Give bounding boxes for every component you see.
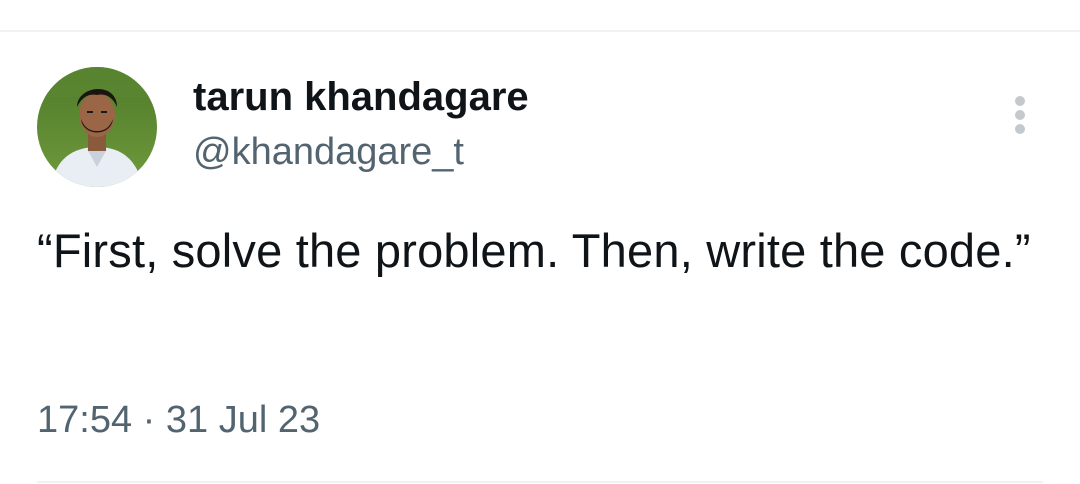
bottom-divider: [37, 481, 1043, 483]
more-options-button[interactable]: [1004, 94, 1036, 138]
author-handle[interactable]: @khandagare_t: [193, 130, 464, 174]
tweet-timestamp[interactable]: 17:54 · 31 Jul 23: [37, 396, 320, 444]
tweet-date: 31 Jul 23: [165, 399, 321, 441]
tweet-time: 17:54: [37, 399, 133, 441]
more-vertical-icon: [1015, 96, 1025, 134]
timestamp-separator: ·: [142, 399, 156, 441]
tweet-text: “First, solve the problem. Then, write t…: [37, 224, 1031, 277]
author-display-name[interactable]: tarun khandagare: [193, 74, 529, 120]
profile-photo: [37, 67, 157, 187]
top-divider: [0, 30, 1080, 32]
avatar[interactable]: [37, 67, 157, 187]
